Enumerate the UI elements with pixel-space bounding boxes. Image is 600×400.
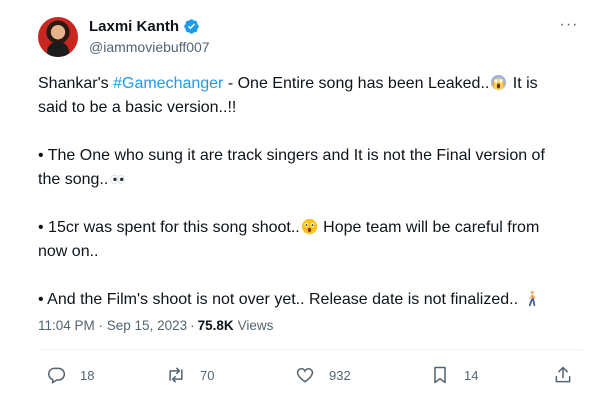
display-name[interactable]: Laxmi Kanth (89, 18, 179, 35)
tweet-paragraph: • 15cr was spent for this song shoot.. H… (38, 216, 568, 264)
tweet-text-segment: • 15cr was spent for this song shoot.. (38, 219, 300, 236)
share-icon (555, 366, 571, 383)
reply-button[interactable]: 18 (46, 360, 100, 390)
timestamp-link[interactable]: 11:04 PM · Sep 15, 2023 (38, 318, 187, 333)
hashtag-link[interactable]: #Gamechanger (113, 75, 223, 92)
reply-icon (48, 367, 66, 384)
like-icon (296, 367, 314, 383)
tweet-card: Laxmi Kanth @iammoviebuff007 ··· Shankar… (0, 0, 600, 400)
display-name-row: Laxmi Kanth (89, 17, 210, 36)
tweet-text-segment: Shankar's (38, 75, 114, 92)
tweet-header: Laxmi Kanth @iammoviebuff007 ··· (38, 13, 583, 59)
person-walking-emoji-icon (529, 290, 537, 307)
more-icon[interactable]: ··· (555, 17, 583, 39)
repost-button[interactable]: 70 (166, 360, 220, 390)
like-count: 932 (329, 367, 351, 383)
views-count: 75.8K (197, 318, 234, 333)
like-button[interactable]: 932 (295, 360, 351, 390)
action-bar: 18 70 932 14 (38, 360, 583, 390)
author-names: Laxmi Kanth @iammoviebuff007 (89, 17, 210, 55)
bookmark-button[interactable]: 14 (430, 360, 484, 390)
astonished-face-emoji-icon (301, 218, 317, 235)
tweet-text: Shankar's #Gamechanger - One Entire song… (38, 72, 568, 312)
tweet-paragraph: • The One who sung it are track singers … (38, 144, 568, 192)
verified-badge-icon (184, 19, 199, 34)
author-handle[interactable]: @iammoviebuff007 (89, 39, 210, 55)
views-label: Views (237, 318, 274, 333)
screaming-face-emoji-icon (491, 74, 507, 91)
avatar[interactable] (38, 17, 78, 57)
meta-separator: · (190, 318, 195, 333)
divider (38, 349, 583, 350)
bookmark-icon (434, 366, 446, 384)
tweet-meta: 11:04 PM · Sep 15, 2023 · 75.8K Views (38, 318, 273, 333)
repost-count: 70 (200, 367, 215, 383)
tweet-text-segment: - One Entire song has been Leaked.. (223, 75, 490, 92)
repost-icon (169, 367, 183, 383)
bookmark-count: 14 (464, 367, 479, 383)
reply-count: 18 (80, 367, 95, 383)
tweet-paragraph: • And the Film's shoot is not over yet..… (38, 288, 568, 312)
eyes-emoji-icon (110, 174, 125, 184)
tweet-paragraph: Shankar's #Gamechanger - One Entire song… (38, 72, 568, 120)
share-button[interactable] (553, 360, 573, 390)
tweet-text-segment: • And the Film's shoot is not over yet..… (38, 291, 523, 308)
